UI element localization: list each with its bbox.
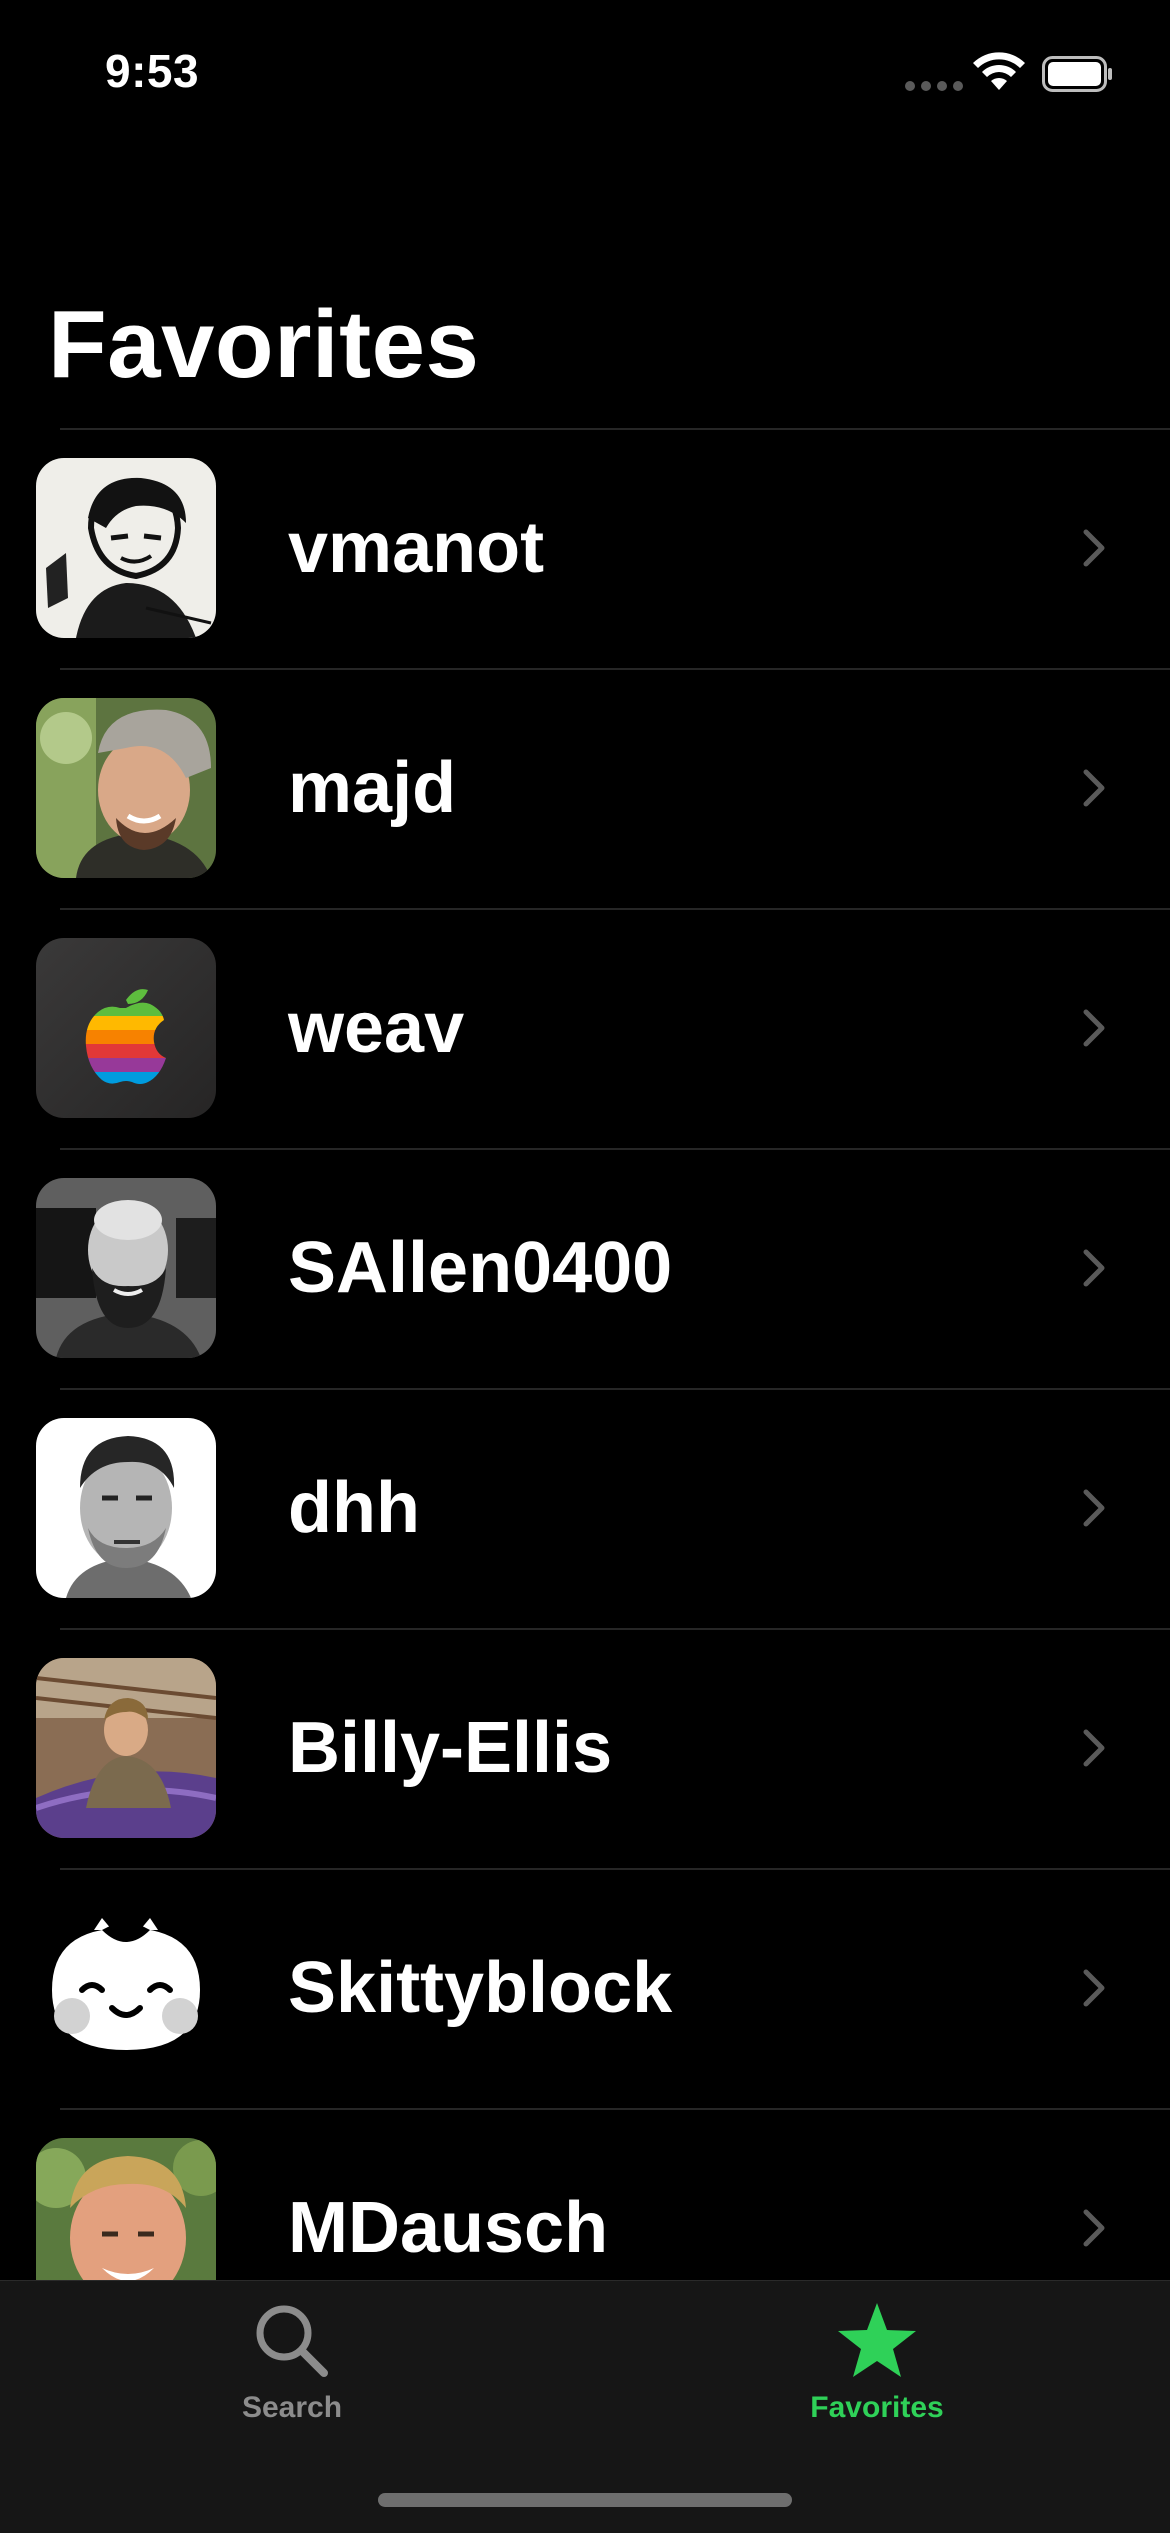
battery-icon bbox=[1042, 56, 1112, 92]
chevron-right-icon bbox=[1083, 529, 1105, 567]
chevron-right-icon bbox=[1083, 1489, 1105, 1527]
tab-favorites[interactable]: Favorites bbox=[727, 2299, 1027, 2439]
chevron-right-icon bbox=[1083, 2209, 1105, 2247]
user-name: Skittyblock bbox=[288, 1948, 673, 2028]
list-item[interactable]: majd bbox=[0, 668, 1170, 908]
divider bbox=[60, 1148, 1170, 1150]
user-name: majd bbox=[288, 748, 457, 828]
avatar bbox=[36, 458, 216, 638]
chevron-right-icon bbox=[1083, 769, 1105, 807]
list-item[interactable]: Billy-Ellis bbox=[0, 1628, 1170, 1868]
chevron-right-icon bbox=[1083, 1729, 1105, 1767]
avatar bbox=[36, 698, 216, 878]
status-bar: 9:53 bbox=[0, 0, 1170, 140]
avatar bbox=[36, 1658, 216, 1838]
user-name: vmanot bbox=[288, 508, 545, 588]
user-name: Billy-Ellis bbox=[288, 1708, 613, 1788]
avatar bbox=[36, 938, 216, 1118]
avatar bbox=[36, 1178, 216, 1358]
cellular-signal-icon bbox=[905, 81, 963, 91]
chevron-right-icon bbox=[1083, 1969, 1105, 2007]
wifi-icon bbox=[973, 52, 1025, 90]
search-icon bbox=[256, 2305, 328, 2377]
tab-label: Search bbox=[241, 2391, 343, 2424]
tab-label: Favorites bbox=[810, 2391, 944, 2424]
star-icon bbox=[838, 2303, 916, 2377]
chevron-right-icon bbox=[1083, 1249, 1105, 1287]
divider bbox=[60, 668, 1170, 670]
list-item[interactable]: Skittyblock bbox=[0, 1868, 1170, 2108]
home-indicator[interactable] bbox=[378, 2493, 792, 2507]
chevron-right-icon bbox=[1083, 1009, 1105, 1047]
divider bbox=[60, 2108, 1170, 2110]
divider bbox=[60, 1628, 1170, 1630]
divider bbox=[60, 1868, 1170, 1870]
user-name: SAllen0400 bbox=[288, 1228, 673, 1308]
divider bbox=[60, 428, 1170, 430]
user-name: weav bbox=[288, 988, 465, 1068]
avatar bbox=[36, 2138, 216, 2280]
divider bbox=[60, 908, 1170, 910]
list-item[interactable]: MDausch bbox=[0, 2108, 1170, 2280]
list-item[interactable]: weav bbox=[0, 908, 1170, 1148]
user-name: MDausch bbox=[288, 2188, 609, 2268]
avatar bbox=[36, 1898, 216, 2078]
list-item[interactable]: vmanot bbox=[0, 428, 1170, 668]
avatar bbox=[36, 1418, 216, 1598]
page-title: Favorites bbox=[48, 291, 480, 398]
tab-search[interactable]: Search bbox=[142, 2299, 442, 2439]
list-item[interactable]: dhh bbox=[0, 1388, 1170, 1628]
user-name: dhh bbox=[288, 1468, 420, 1548]
tab-bar: Search Favorites bbox=[0, 2280, 1170, 2533]
divider bbox=[60, 1388, 1170, 1390]
status-time: 9:53 bbox=[105, 45, 200, 97]
list-item[interactable]: SAllen0400 bbox=[0, 1148, 1170, 1388]
favorites-list: vmanot majd weav SAllen0400 dhh Billy-El… bbox=[0, 428, 1170, 2280]
